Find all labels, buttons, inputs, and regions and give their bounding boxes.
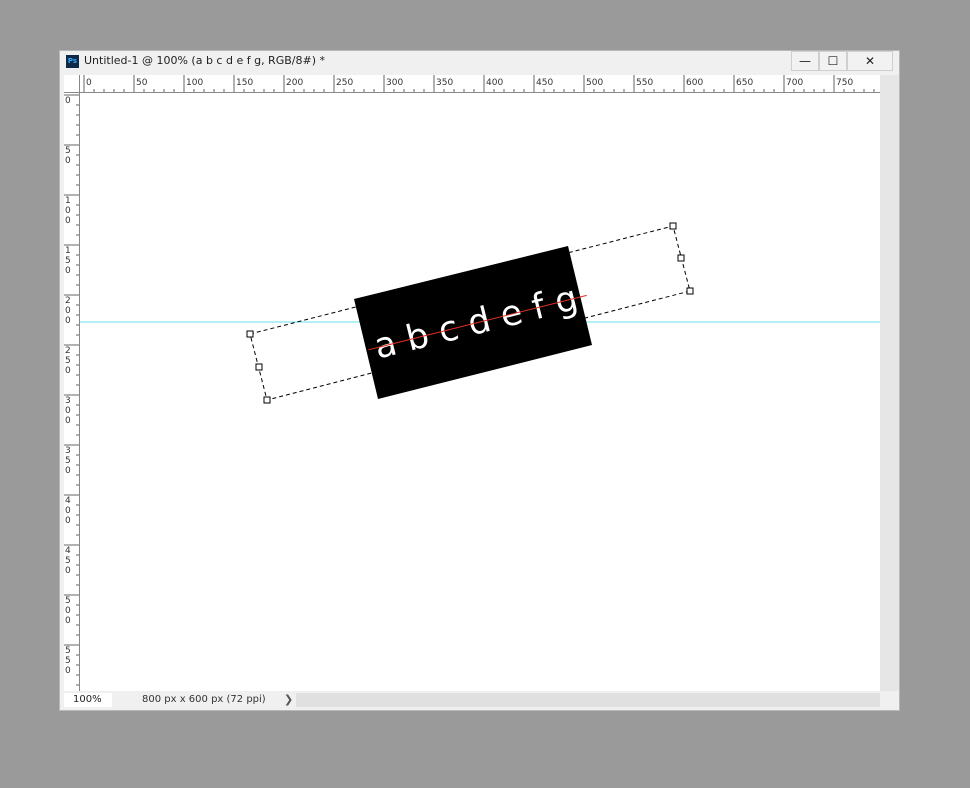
ruler-label: 550: [65, 646, 71, 676]
ruler-label: 450: [536, 78, 553, 88]
transform-handle[interactable]: [255, 363, 263, 371]
ruler-label: 650: [736, 78, 753, 88]
ruler-label: 700: [786, 78, 803, 88]
zoom-level-field[interactable]: 100%: [64, 693, 112, 707]
ruler-label: 350: [65, 446, 71, 476]
maximize-button[interactable]: ☐: [819, 51, 847, 71]
transform-handle[interactable]: [686, 287, 694, 295]
ruler-label: 750: [836, 78, 853, 88]
document-window: Ps Untitled-1 @ 100% (a b c d e f g, RGB…: [59, 50, 900, 711]
ruler-label: 600: [686, 78, 703, 88]
ruler-label: 400: [65, 496, 71, 526]
ruler-label: 250: [336, 78, 353, 88]
horizontal-ruler-ticks: 0 50 100 150 200 250 300 350 400 450 500 550 600 650 7…: [64, 75, 880, 93]
ruler-label: 0: [86, 78, 92, 88]
canvas-artwork: a b c d e f g: [80, 222, 880, 404]
transform-handle[interactable]: [677, 254, 685, 262]
ruler-label: 500: [586, 78, 603, 88]
ruler-label: 300: [386, 78, 403, 88]
vertical-ruler-ticks: 0 5 0 1 0 0 1 5 0 2 0 0 2 5 0 3 0 0 3 5 0 4 0 0 4 5 0 5 0 0 5 5 0: [64, 93, 80, 691]
ruler-label: 300: [65, 396, 71, 426]
ruler-label: 250: [65, 346, 71, 376]
ruler-label: 100: [65, 196, 71, 226]
horizontal-ruler[interactable]: 0 50 100 150 200 250 300 350 400 450 500 550 600 650 7…: [64, 75, 880, 93]
ruler-origin-corner[interactable]: [64, 75, 80, 93]
document-info[interactable]: 800 px x 600 px (72 ppi): [142, 693, 266, 707]
ruler-label: 500: [65, 596, 71, 626]
status-menu-arrow-icon[interactable]: ❯: [284, 691, 293, 709]
ruler-label: 50: [65, 146, 71, 166]
ruler-label: 200: [286, 78, 303, 88]
ruler-label: 150: [65, 246, 71, 276]
title-bar[interactable]: Ps Untitled-1 @ 100% (a b c d e f g, RGB…: [60, 51, 899, 73]
ruler-label: 50: [136, 78, 148, 88]
minimize-button[interactable]: —: [791, 51, 819, 71]
photoshop-icon: Ps: [66, 55, 79, 68]
document-canvas[interactable]: a b c d e f g: [80, 93, 880, 691]
ruler-label: 400: [486, 78, 503, 88]
ruler-label: 350: [436, 78, 453, 88]
transform-handle[interactable]: [669, 222, 677, 230]
ruler-label: 450: [65, 546, 71, 576]
ruler-label: 100: [186, 78, 203, 88]
transform-handle[interactable]: [246, 330, 254, 338]
ruler-label: 550: [636, 78, 653, 88]
close-button[interactable]: ✕: [847, 51, 893, 71]
ruler-label: 0: [65, 96, 71, 106]
ruler-label: 200: [65, 296, 71, 326]
document-title: Untitled-1 @ 100% (a b c d e f g, RGB/8#…: [84, 54, 325, 67]
horizontal-scrollbar[interactable]: [296, 693, 880, 707]
vertical-ruler[interactable]: 0 50 100 150 200 250 300 350 400 450 500 550: [64, 93, 80, 691]
vertical-scrollbar[interactable]: [880, 75, 899, 691]
transform-handle[interactable]: [263, 396, 271, 404]
status-bar: 100% 800 px x 600 px (72 ppi) ❯: [60, 691, 899, 710]
ruler-label: 150: [236, 78, 253, 88]
